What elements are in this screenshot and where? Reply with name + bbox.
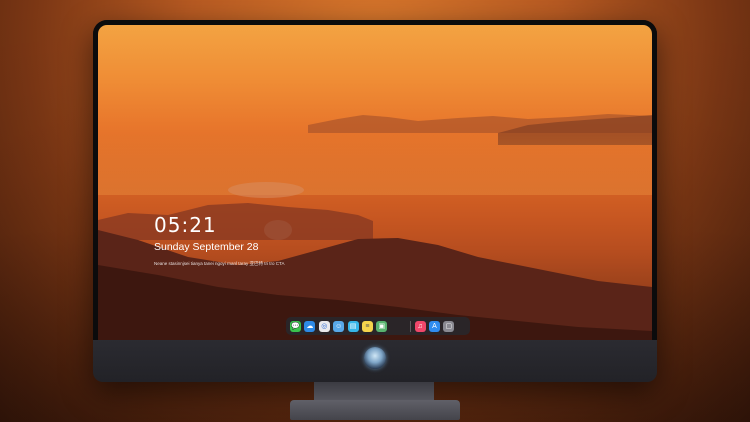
monitor-chin bbox=[93, 340, 657, 382]
messages-icon[interactable]: 💬 bbox=[290, 320, 301, 332]
lock-screen-time: 05:21 bbox=[154, 213, 217, 237]
lock-screen-date: Sunday September 28 bbox=[154, 241, 259, 253]
monitor-stand-base bbox=[290, 400, 460, 420]
sunset-mountains-wallpaper bbox=[98, 114, 652, 340]
dock: 💬 ☁ ◎ ☺ ▤ ≡ ▣ ♫ A ▢ bbox=[286, 317, 470, 335]
clapperboard-icon[interactable]: ▤ bbox=[347, 320, 359, 332]
photos-icon[interactable]: ▣ bbox=[376, 320, 388, 332]
imac-monitor: 05:21 Sunday September 28 Neane stasinnj… bbox=[93, 20, 657, 382]
finder-icon[interactable]: ☺ bbox=[333, 320, 345, 332]
music-icon[interactable]: ♫ bbox=[414, 320, 426, 332]
notes-icon[interactable]: ≡ bbox=[361, 320, 373, 332]
monitor-bezel: 05:21 Sunday September 28 Neane stasinnj… bbox=[93, 20, 657, 340]
brand-logo-icon bbox=[364, 347, 386, 369]
weather-icon[interactable]: ☁ bbox=[304, 320, 316, 332]
app-store-icon[interactable]: A bbox=[428, 320, 440, 332]
camera-icon[interactable]: ▢ bbox=[443, 320, 455, 332]
compass-icon[interactable]: ◎ bbox=[318, 320, 330, 332]
lock-screen: 05:21 Sunday September 28 Neane stasinnj… bbox=[98, 25, 652, 340]
dock-separator bbox=[410, 320, 412, 332]
lock-screen-status: Neane stasinnjsei tianya tanei ngoyi rna… bbox=[154, 261, 285, 266]
